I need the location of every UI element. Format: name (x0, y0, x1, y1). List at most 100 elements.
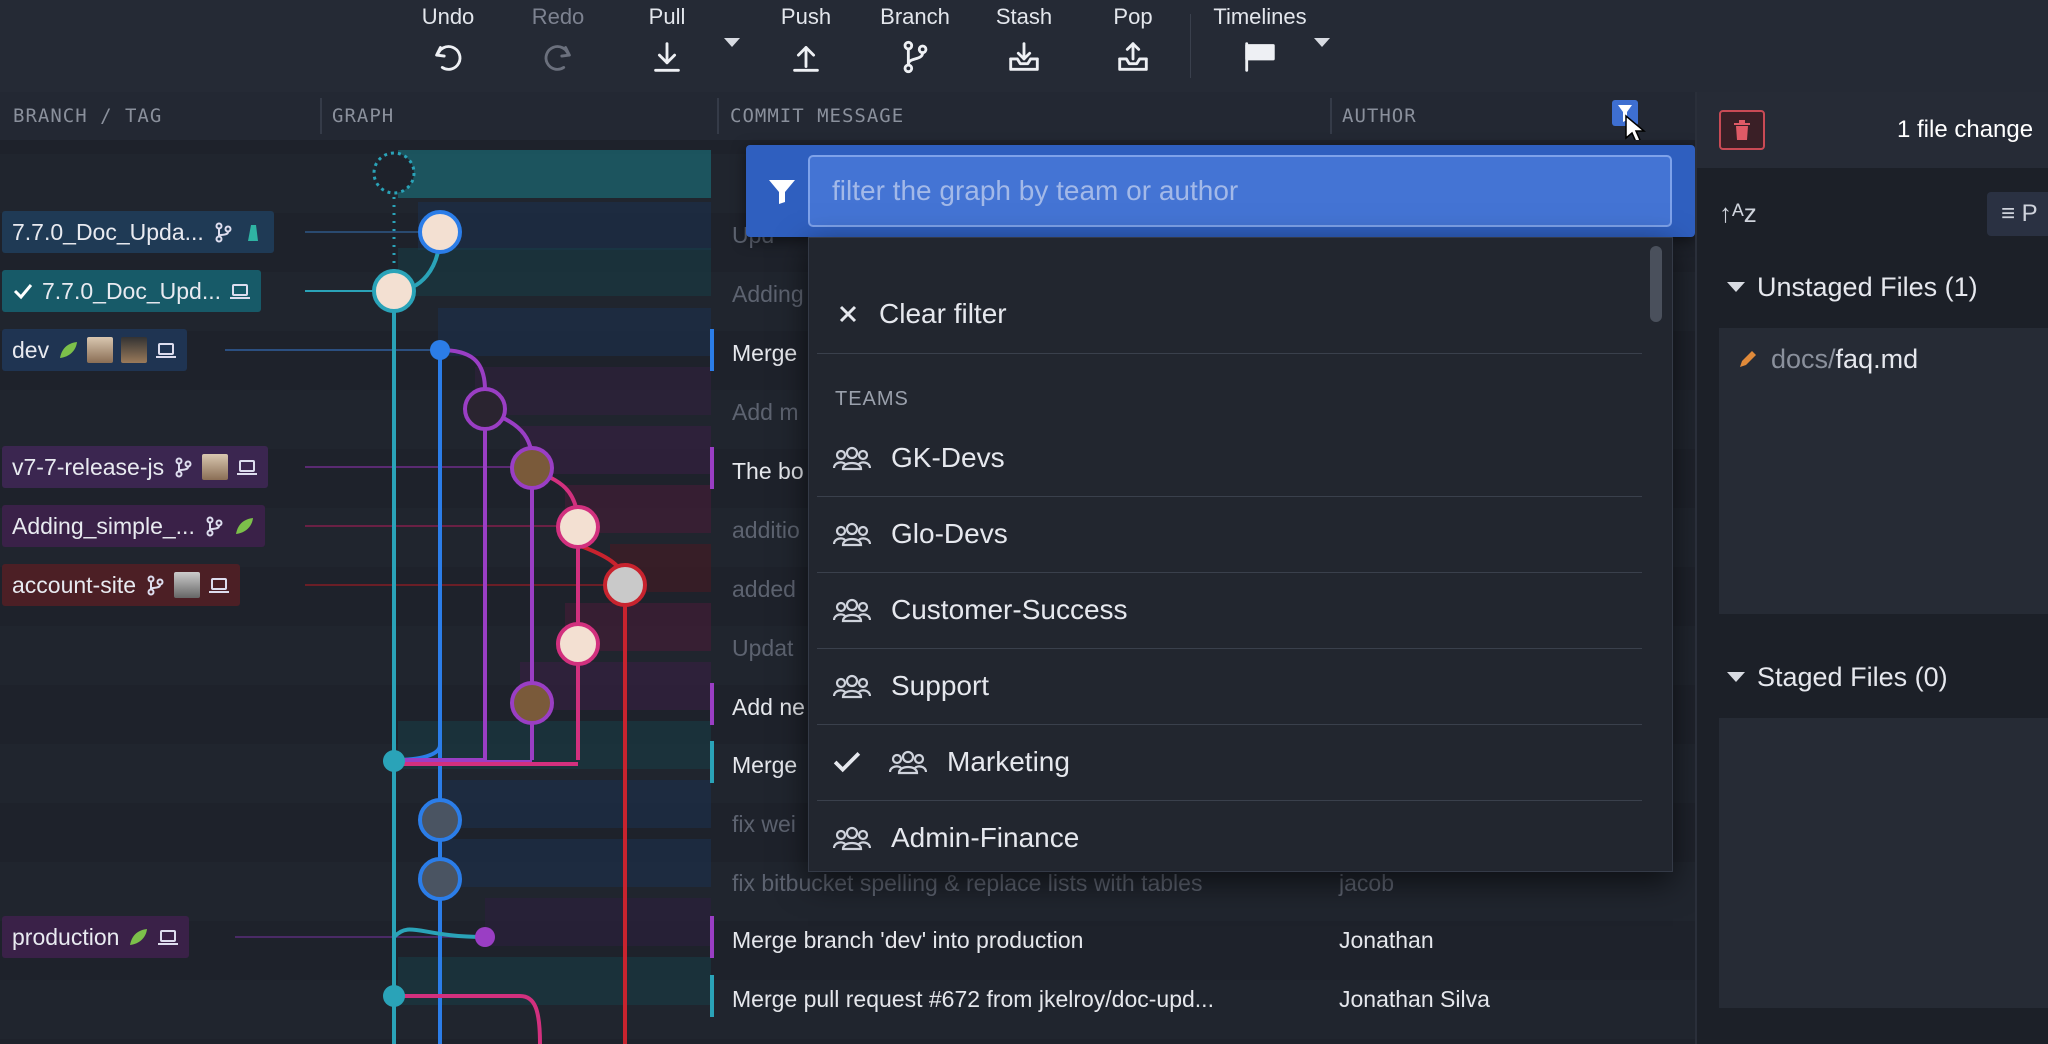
timelines-button[interactable]: Timelines (1205, 2, 1315, 86)
pop-label: Pop (1113, 4, 1153, 29)
remote-branch-icon (175, 457, 192, 478)
commit-message: Updat (732, 635, 794, 661)
team-option-glo-devs[interactable]: Glo-Devs (809, 496, 1649, 572)
branch-tag[interactable]: Adding_simple_... (2, 505, 265, 547)
undo-button[interactable]: Undo (398, 2, 498, 86)
team-option-label: Admin-Finance (891, 822, 1080, 853)
branch-tag-label: 7.7.0_Doc_Upda... (12, 218, 204, 245)
redo-button[interactable]: Redo (508, 2, 608, 86)
commit-avatar-node (418, 798, 462, 842)
file-change-count: 1 file change (1897, 116, 2034, 143)
gitkraken-icon (247, 225, 258, 241)
unstaged-files-header[interactable]: Unstaged Files (1) (1727, 272, 1978, 303)
red-branch-line (577, 543, 627, 1044)
toolbar: Undo Redo Pull Push Branch Stash Pop Tim… (0, 0, 2048, 92)
commit-message: Merge (732, 340, 798, 366)
commit-message: Add ne (732, 694, 805, 720)
clear-filter-label: Clear filter (879, 298, 1007, 329)
branch-label: Branch (880, 4, 950, 29)
discard-changes-button[interactable] (1719, 110, 1765, 150)
team-icon (832, 671, 872, 701)
push-icon (793, 46, 819, 72)
branch-tag[interactable]: production (2, 916, 190, 958)
commit-avatar-node (372, 269, 416, 313)
push-button[interactable]: Push (756, 2, 856, 86)
branch-tag[interactable]: v7-7-release-js (2, 446, 269, 488)
dropdown-scrollbar[interactable] (1650, 246, 1662, 322)
commit-avatar-node (463, 387, 507, 431)
pop-icon (1118, 42, 1148, 71)
filter-icon (769, 180, 795, 204)
branch-indicator (710, 447, 714, 489)
push-label: Push (780, 4, 832, 29)
commit-message: added (732, 576, 796, 602)
team-icon (832, 823, 872, 853)
merge-node (430, 340, 450, 360)
column-divider[interactable] (1330, 98, 1332, 134)
avatar (174, 572, 201, 598)
branch-button[interactable]: Branch (865, 2, 965, 86)
avatar (121, 337, 148, 363)
pull-button[interactable]: Pull (617, 2, 717, 86)
team-option-admin-finance[interactable]: Admin-Finance (809, 800, 1649, 876)
team-icon (888, 747, 928, 777)
remote-branch-icon (215, 222, 232, 243)
commit-author: Jonathan (1339, 927, 1434, 953)
leaf-icon (235, 518, 253, 534)
column-divider[interactable] (320, 98, 322, 134)
branch-tag-label: production (12, 923, 120, 950)
branch-tag-label: v7-7-release-js (12, 453, 165, 480)
path-view-button[interactable]: ≡ P (1987, 192, 2048, 236)
branch-tag[interactable]: 7.7.0_Doc_Upda... (2, 211, 274, 253)
laptop-icon (237, 460, 258, 475)
pull-icon (654, 42, 680, 72)
leaf-icon (130, 929, 148, 945)
sort-icon[interactable]: ↑ᴬz (1719, 198, 1757, 229)
commit-avatar-node (603, 563, 647, 607)
team-option-label: Support (891, 670, 990, 701)
clear-filter-button[interactable]: Clear filter (809, 276, 1649, 352)
team-option-support[interactable]: Support (809, 648, 1649, 724)
branch-tag-label: 7.7.0_Doc_Upd... (42, 277, 222, 304)
branch-tag-header: BRANCH / TAG (13, 105, 163, 127)
remote-branch-icon (206, 516, 223, 537)
laptop-icon (230, 284, 251, 299)
team-option-gk-devs[interactable]: GK-Devs (809, 420, 1649, 496)
author-filter-bar (746, 145, 1695, 237)
commit-message: Merge branch 'dev' into production (732, 927, 1084, 953)
filter-input[interactable] (808, 155, 1672, 227)
pop-button[interactable]: Pop (1083, 2, 1183, 86)
filter-dropdown: Clear filter TEAMS GK-Devs Glo-Devs Cust… (808, 237, 1673, 872)
file-item[interactable]: docs/faq.md (1737, 344, 1918, 375)
team-icon (832, 519, 872, 549)
team-option-marketing[interactable]: Marketing (809, 724, 1649, 800)
timelines-chevron-down-icon[interactable] (1314, 38, 1330, 47)
pencil-icon (1740, 351, 1756, 367)
branch-indicator (710, 741, 714, 783)
stash-button[interactable]: Stash (974, 2, 1074, 86)
redo-icon (544, 45, 571, 71)
branch-tag-active[interactable]: 7.7.0_Doc_Upd... (2, 270, 262, 312)
laptop-icon (158, 930, 179, 945)
staged-files-header[interactable]: Staged Files (0) (1727, 662, 1948, 693)
column-divider[interactable] (717, 98, 719, 134)
pull-label: Pull (648, 4, 686, 29)
close-icon (839, 305, 857, 323)
branch-tag[interactable]: dev (2, 329, 188, 371)
commit-message: fix wei (732, 811, 796, 837)
stash-icon (1009, 42, 1039, 71)
branch-tag[interactable]: account-site (2, 564, 241, 606)
team-icon (832, 443, 872, 473)
commit-message: Add m (732, 399, 799, 425)
branch-tag-label: account-site (12, 571, 137, 598)
pull-options-chevron-down-icon[interactable] (724, 38, 740, 47)
trash-icon (1734, 120, 1750, 140)
team-option-customer-success[interactable]: Customer-Success (809, 572, 1649, 648)
merge-node (475, 927, 495, 947)
commit-avatar-node (556, 622, 600, 666)
file-name: faq.md (1835, 344, 1919, 374)
branch-indicator (710, 683, 714, 725)
wip-node (372, 151, 416, 195)
checkmark-icon (13, 284, 33, 300)
commit-message: additio (732, 517, 800, 543)
